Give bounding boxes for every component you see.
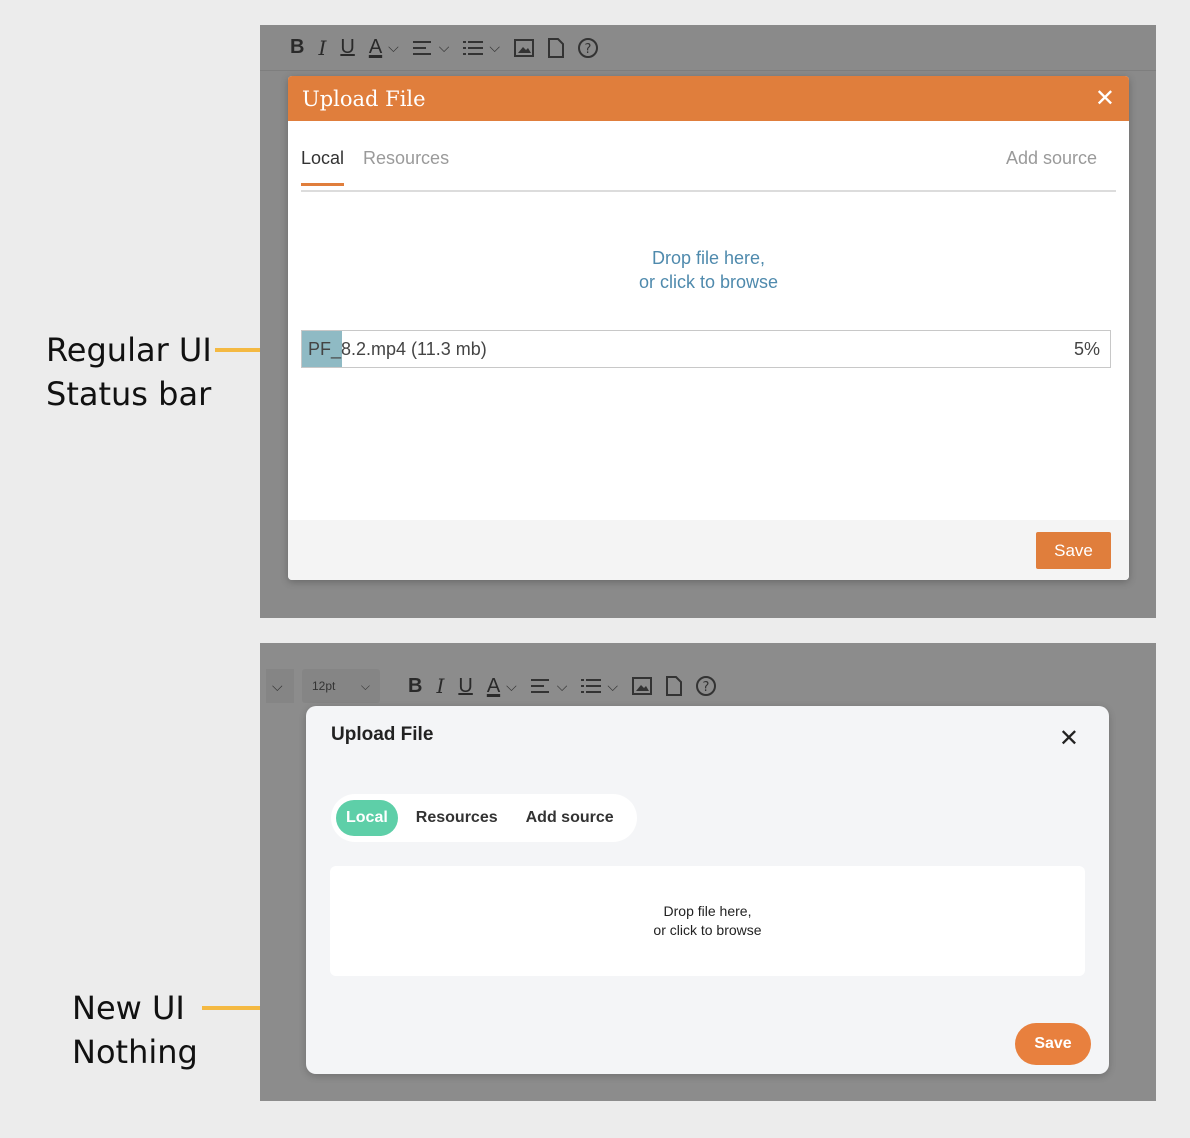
editor-toolbar: ⌵ 12pt ⌵ B I U A ⌵ ⌵ ⌵ ? — [260, 667, 1156, 705]
file-icon[interactable] — [548, 34, 565, 62]
text-color-button[interactable]: A — [369, 34, 382, 62]
upload-status-bar: PF_8.2.mp4 (11.3 mb) 5% — [301, 330, 1111, 368]
drop-zone[interactable]: Drop file here, or click to browse — [330, 866, 1085, 976]
tab-resources[interactable]: Resources — [363, 148, 449, 183]
annotation-line: Nothing — [72, 1033, 198, 1071]
list-icon[interactable] — [463, 34, 484, 62]
modal-header: Upload File ✕ — [288, 76, 1129, 121]
close-icon[interactable]: ✕ — [1095, 84, 1115, 113]
image-icon[interactable] — [514, 34, 535, 62]
chevron-down-icon[interactable]: ⌵ — [388, 39, 399, 56]
chevron-down-icon[interactable]: ⌵ — [266, 669, 294, 703]
annotation-line: Regular UI — [46, 331, 212, 369]
close-icon[interactable]: ✕ — [1059, 724, 1079, 753]
upload-file-modal: Upload File ✕ Local Resources Add source… — [288, 76, 1129, 580]
bold-button[interactable]: B — [290, 34, 304, 62]
chevron-down-icon: ⌵ — [360, 678, 370, 693]
align-icon[interactable] — [412, 34, 433, 62]
help-icon[interactable]: ? — [696, 672, 717, 700]
italic-button[interactable]: I — [436, 672, 444, 700]
annotation-new-ui: New UI Nothing — [72, 986, 198, 1074]
old-ui-screenshot: B I U A ⌵ ⌵ ⌵ ? Upload File ✕ Local Reso… — [260, 25, 1156, 618]
tab-resources[interactable]: Resources — [406, 800, 508, 836]
editor-toolbar: B I U A ⌵ ⌵ ⌵ ? — [260, 25, 1156, 71]
save-button[interactable]: Save — [1015, 1023, 1091, 1065]
new-ui-screenshot: ⌵ 12pt ⌵ B I U A ⌵ ⌵ ⌵ ? Upload File ✕ L — [260, 643, 1156, 1101]
progress-percent: 5% — [1073, 338, 1100, 359]
align-icon[interactable] — [530, 672, 551, 700]
chevron-down-icon[interactable]: ⌵ — [607, 678, 618, 695]
drop-text: Drop file here, — [651, 248, 766, 268]
list-icon[interactable] — [581, 672, 602, 700]
tab-bar: Local Resources Add source — [331, 794, 637, 842]
modal-title: Upload File — [302, 86, 426, 111]
bold-button[interactable]: B — [408, 672, 422, 700]
file-icon[interactable] — [666, 672, 683, 700]
chevron-down-icon[interactable]: ⌵ — [439, 39, 450, 56]
drop-text: Drop file here, — [663, 903, 752, 919]
tab-add-source[interactable]: Add source — [1006, 148, 1097, 183]
svg-text:?: ? — [703, 680, 710, 695]
underline-button[interactable]: U — [458, 672, 472, 700]
svg-text:?: ? — [585, 42, 592, 57]
underline-button[interactable]: U — [340, 34, 354, 62]
drop-zone[interactable]: Drop file here, or click to browse — [288, 246, 1129, 294]
modal-title: Upload File — [331, 724, 434, 745]
tab-local[interactable]: Local — [301, 148, 345, 186]
drop-text: or click to browse — [638, 272, 779, 292]
tab-bar: Local Resources Add source — [301, 148, 1116, 192]
italic-button[interactable]: I — [318, 34, 326, 62]
tab-local[interactable]: Local — [336, 800, 398, 836]
chevron-down-icon[interactable]: ⌵ — [557, 678, 568, 695]
annotation-line: Status bar — [46, 375, 212, 413]
upload-file-modal: Upload File ✕ Local Resources Add source… — [306, 706, 1109, 1074]
tab-add-source[interactable]: Add source — [516, 800, 624, 836]
font-size-value: 12pt — [312, 679, 336, 693]
text-color-button[interactable]: A — [487, 672, 500, 700]
help-icon[interactable]: ? — [578, 34, 599, 62]
image-icon[interactable] — [632, 672, 653, 700]
drop-text: or click to browse — [653, 922, 762, 938]
chevron-down-icon[interactable]: ⌵ — [506, 678, 517, 695]
file-name: PF_8.2.mp4 (11.3 mb) — [308, 338, 487, 359]
annotation-line: New UI — [72, 989, 185, 1027]
font-size-select[interactable]: 12pt ⌵ — [302, 669, 380, 703]
annotation-regular-ui: Regular UI Status bar — [46, 328, 212, 416]
modal-footer: Save — [288, 520, 1129, 580]
chevron-down-icon[interactable]: ⌵ — [489, 39, 500, 56]
save-button[interactable]: Save — [1036, 532, 1111, 569]
